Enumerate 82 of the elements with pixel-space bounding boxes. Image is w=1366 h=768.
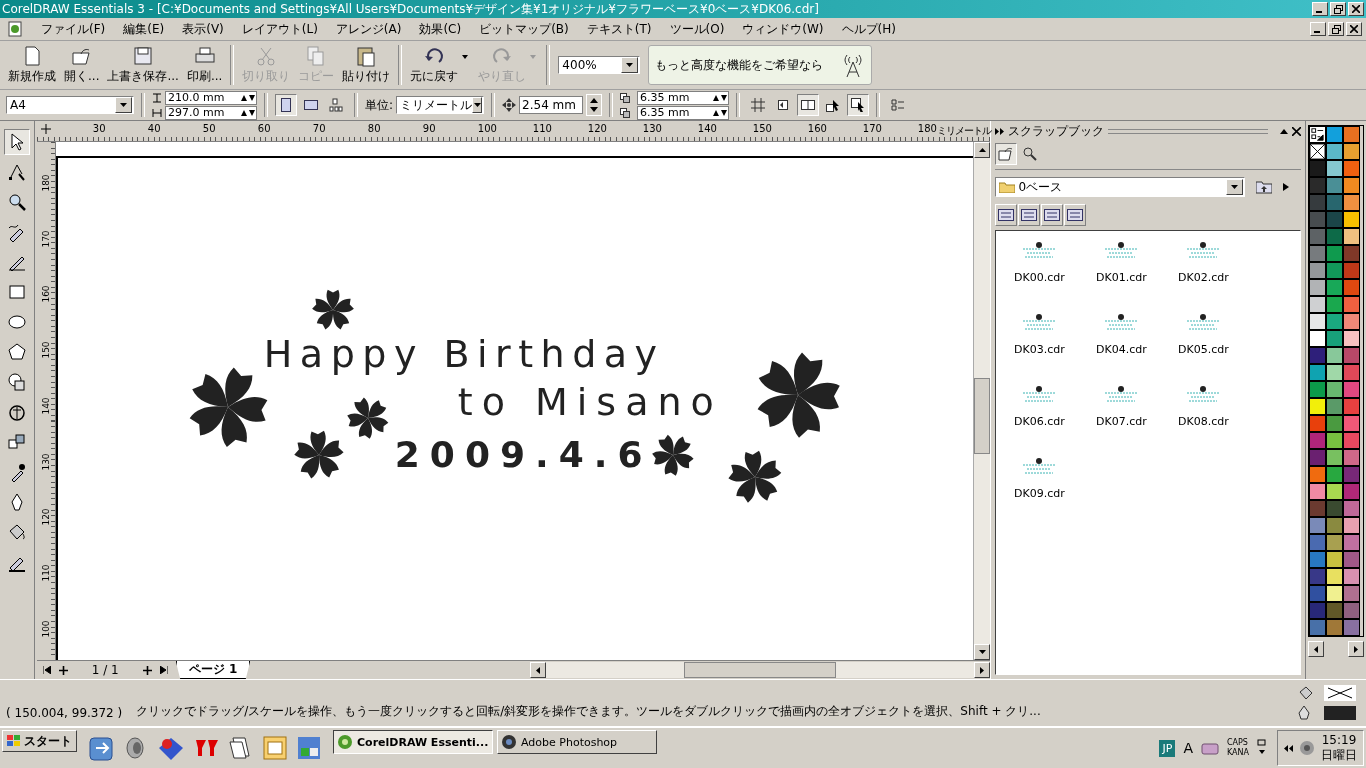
- ruler-label: 50: [202, 123, 216, 134]
- units-label: 単位:: [365, 96, 394, 114]
- window-title: CorelDRAW Essentials 3 - [C:¥Documents and Settings¥All Users¥Documents¥デザイン集¥1オリジナル¥フラワーベース¥0ベース¥DK06.cdr]: [2, 0, 820, 18]
- ruler-label: 70: [312, 123, 326, 134]
- ruler-label: 120: [587, 123, 607, 134]
- ruler-label: 90: [422, 123, 436, 134]
- file-name[interactable]: DK05.cdr: [1178, 343, 1229, 356]
- docker-title: スクラップブック: [1008, 122, 1105, 140]
- menu-item[interactable]: ウィンドウ(W): [733, 20, 833, 38]
- menu-item[interactable]: ビットマップ(B): [470, 20, 578, 38]
- taskbar-button[interactable]: CorelDRAW Essenti...: [333, 730, 493, 754]
- toolbar-button[interactable]: 上書き保存...: [103, 43, 183, 87]
- caps-indicator: CAPS: [1226, 738, 1249, 748]
- artwork-text: to Misano: [457, 380, 723, 424]
- clock-day: 日曜日: [1321, 748, 1357, 763]
- toolbar-button[interactable]: 元に戻す: [406, 43, 463, 87]
- ruler-label: 110: [40, 563, 51, 582]
- paper-size-dropdown[interactable]: A4: [6, 96, 134, 114]
- units-dropdown[interactable]: ミリメートル: [396, 96, 485, 114]
- ruler-label: 100: [477, 123, 497, 134]
- file-name[interactable]: DK08.cdr: [1178, 415, 1229, 428]
- file-name[interactable]: DK07.cdr: [1096, 415, 1147, 428]
- toolbar-button[interactable]: 新規作成: [4, 43, 60, 87]
- ruler-label: 130: [40, 452, 51, 471]
- taskbar-button[interactable]: Adobe Photoshop: [497, 730, 657, 754]
- ruler-label: 150: [752, 123, 772, 134]
- menu-item[interactable]: 効果(C): [410, 20, 471, 38]
- menu-item[interactable]: ファイル(F): [32, 20, 115, 38]
- ruler-label: 120: [40, 508, 51, 527]
- folder-dropdown[interactable]: 0ベース: [995, 177, 1246, 197]
- artwork-text: 2009.4.6: [394, 434, 653, 475]
- ruler-label: 110: [532, 123, 552, 134]
- page-count: 1 / 1: [91, 663, 119, 677]
- file-name[interactable]: DK06.cdr: [1014, 415, 1065, 428]
- artwork-text: Happy Birthday: [263, 332, 665, 376]
- ruler-label: 60: [257, 123, 271, 134]
- input-mode-indicator[interactable]: A: [1183, 740, 1193, 756]
- ruler-label: 40: [147, 123, 161, 134]
- ruler-label: 170: [40, 229, 51, 248]
- ruler-label: 80: [367, 123, 381, 134]
- cursor-coordinates: ( 150.004, 99.372 ): [6, 706, 123, 720]
- toolbar-button[interactable]: 貼り付け: [338, 43, 395, 87]
- menu-item[interactable]: 編集(E): [114, 20, 174, 38]
- promo-banner[interactable]: もっと高度な機能をご希望なら: [648, 45, 873, 85]
- zoom-dropdown[interactable]: 400%: [558, 56, 641, 74]
- ruler-label: 30: [92, 123, 106, 134]
- file-name[interactable]: DK04.cdr: [1096, 343, 1147, 356]
- ruler-label: 150: [40, 341, 51, 360]
- menu-item[interactable]: ヘルプ(H): [832, 20, 905, 38]
- offset-y-field[interactable]: 6.35 mm: [637, 105, 730, 120]
- ruler-label: 100: [40, 619, 51, 638]
- menu-item[interactable]: 表示(V): [173, 20, 233, 38]
- clock-time: 15:19: [1321, 733, 1357, 748]
- width-field[interactable]: 210.0 mm: [165, 90, 257, 105]
- ruler-label: 180: [40, 174, 51, 192]
- ruler-unit: ミリメートル: [936, 124, 991, 138]
- file-name[interactable]: DK01.cdr: [1096, 271, 1147, 284]
- ruler-label: 140: [40, 396, 51, 415]
- toolbar-button[interactable]: 開く...: [60, 43, 104, 87]
- height-field[interactable]: 297.0 mm: [165, 105, 257, 120]
- kana-indicator: KANA: [1226, 748, 1249, 758]
- ruler-label: 130: [642, 123, 662, 134]
- ruler-label: 170: [862, 123, 882, 134]
- nudge-field[interactable]: 2.54 mm: [519, 96, 584, 114]
- ruler-label: 180: [917, 123, 937, 134]
- start-button[interactable]: スタート: [2, 730, 77, 752]
- ruler-label: 160: [807, 123, 827, 134]
- menu-item[interactable]: テキスト(T): [577, 20, 661, 38]
- toolbar-button[interactable]: 印刷...: [182, 43, 227, 87]
- ime-indicator[interactable]: JP: [1159, 739, 1176, 757]
- menu-item[interactable]: レイアウト(L): [232, 20, 327, 38]
- page-tab[interactable]: ページ 1: [175, 661, 251, 679]
- status-message: クリックでドラッグ/スケールを操作、もう一度クリックすると回転/斜変形を操作できます。ツールをダブルクリックで描画内の全オブジェクトを選択、Shift + クリ...: [136, 703, 1041, 720]
- menu-item[interactable]: アレンジ(A): [326, 20, 411, 38]
- file-name[interactable]: DK09.cdr: [1014, 487, 1065, 500]
- menu-item[interactable]: ツール(O): [660, 20, 734, 38]
- file-name[interactable]: DK02.cdr: [1178, 271, 1229, 284]
- ruler-label: 160: [40, 285, 51, 304]
- offset-x-field[interactable]: 6.35 mm: [637, 90, 730, 105]
- file-name[interactable]: DK03.cdr: [1014, 343, 1065, 356]
- ruler-label: 140: [697, 123, 717, 134]
- file-name[interactable]: DK00.cdr: [1014, 271, 1065, 284]
